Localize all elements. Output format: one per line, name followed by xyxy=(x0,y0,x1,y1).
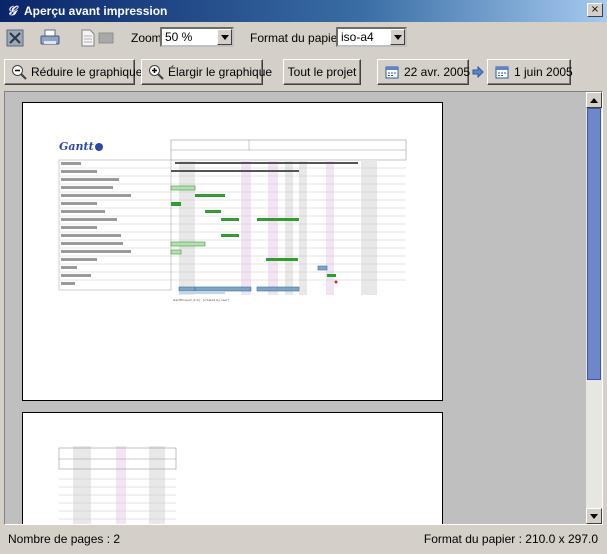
calendar-icon xyxy=(494,64,510,80)
reduce-chart-button[interactable]: Réduire le graphique xyxy=(4,59,142,85)
chevron-down-icon[interactable] xyxy=(390,29,405,45)
gantt-chart-preview-page-2 xyxy=(58,446,177,524)
status-bar: Nombre de pages : 2 Format du papier : 2… xyxy=(0,527,607,554)
start-date-button[interactable]: 22 avr. 2005 xyxy=(377,59,471,85)
enlarge-chart-button[interactable]: Élargir le graphique xyxy=(141,59,272,85)
scrollbar-thumb[interactable] xyxy=(587,108,601,380)
preview-page-1: Gantt GanttProject (2.0) - [created by u… xyxy=(22,102,443,401)
preview-viewport[interactable]: Gantt GanttProject (2.0) - [created by u… xyxy=(4,91,603,525)
scroll-up-button[interactable] xyxy=(586,92,602,108)
page-footer-text: GanttProject (2.0) - [created by user] xyxy=(173,298,229,302)
weekend-columns xyxy=(179,160,377,295)
paper-format-label: Format du papier xyxy=(250,31,342,45)
vertical-scrollbar[interactable] xyxy=(586,92,602,524)
zoom-select[interactable]: 50 % xyxy=(160,27,234,47)
paper-format-value: iso-a4 xyxy=(341,30,374,44)
chevron-down-icon[interactable] xyxy=(217,29,232,45)
paper-size: Format du papier : 210.0 x 297.0 xyxy=(423,532,598,546)
zoom-in-icon xyxy=(148,64,164,80)
reduce-chart-label: Réduire le graphique xyxy=(31,65,143,79)
start-date-label: 22 avr. 2005 xyxy=(404,65,471,79)
page-icon[interactable] xyxy=(78,28,98,48)
window-close-button[interactable]: × xyxy=(587,3,603,17)
arrow-right-icon xyxy=(472,66,484,78)
task-names xyxy=(61,162,131,285)
enlarge-chart-label: Élargir le graphique xyxy=(168,65,273,79)
end-date-button[interactable]: 1 juin 2005 xyxy=(487,59,573,85)
whole-project-button[interactable]: Tout le projet xyxy=(283,59,361,85)
calendar-icon xyxy=(384,64,400,80)
print-icon[interactable] xyxy=(40,28,60,48)
zoom-value: 50 % xyxy=(165,30,193,44)
gantt-logo: Gantt xyxy=(59,140,94,153)
page-gray-icon[interactable] xyxy=(96,28,116,48)
zoom-label: Zoom xyxy=(131,31,162,45)
whole-project-label: Tout le projet xyxy=(287,65,357,79)
gantt-chart-preview: Gantt GanttProject (2.0) - [created by u… xyxy=(58,139,407,302)
zoom-out-icon xyxy=(11,64,27,80)
paper-format-select[interactable]: iso-a4 xyxy=(336,27,407,47)
title-bar: 𝒢 Aperçu avant impression × xyxy=(0,0,607,22)
preview-page-2 xyxy=(22,412,443,524)
window-title: Aperçu avant impression xyxy=(24,4,168,18)
close-preview-icon[interactable] xyxy=(5,28,25,48)
scroll-down-button[interactable] xyxy=(586,508,602,524)
page-count: Nombre de pages : 2 xyxy=(8,532,121,546)
gantt-logo-icon xyxy=(95,143,103,151)
gantt-app-icon: 𝒢 xyxy=(7,3,17,19)
end-date-label: 1 juin 2005 xyxy=(514,65,573,79)
